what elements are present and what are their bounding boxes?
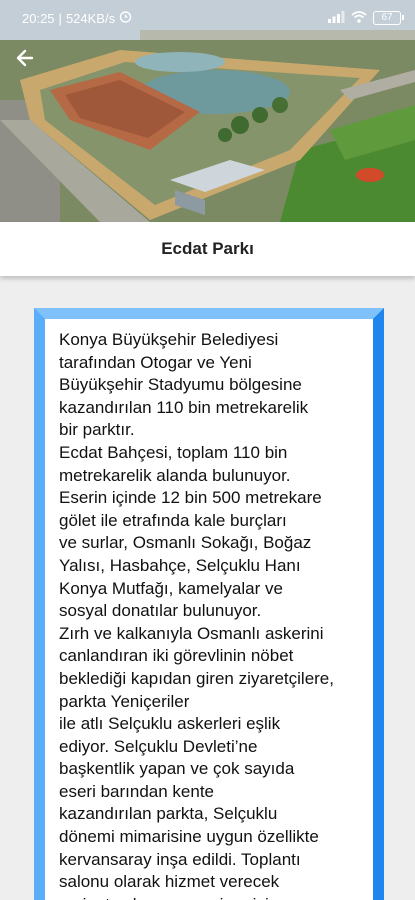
status-bar: 20:25 | 524KB/s 67 bbox=[0, 0, 415, 36]
description-scroll[interactable]: Konya Büyükşehir Belediyesi tarafından O… bbox=[45, 319, 373, 900]
status-time: 20:25 bbox=[22, 10, 55, 26]
status-speed: 524KB/s bbox=[65, 10, 116, 26]
status-separator: | bbox=[58, 10, 62, 26]
wifi-icon bbox=[351, 10, 367, 26]
back-button[interactable] bbox=[12, 44, 40, 72]
page-title: Ecdat Parkı bbox=[161, 239, 254, 258]
header-bar: Ecdat Parkı bbox=[0, 222, 415, 276]
back-arrow-icon bbox=[16, 49, 34, 67]
signal-icon bbox=[328, 10, 345, 26]
battery-icon: 67 bbox=[373, 11, 404, 25]
alarm-icon bbox=[119, 10, 132, 26]
description-text: Konya Büyükşehir Belediyesi tarafından O… bbox=[59, 330, 334, 900]
description-card: Konya Büyükşehir Belediyesi tarafından O… bbox=[34, 308, 384, 900]
